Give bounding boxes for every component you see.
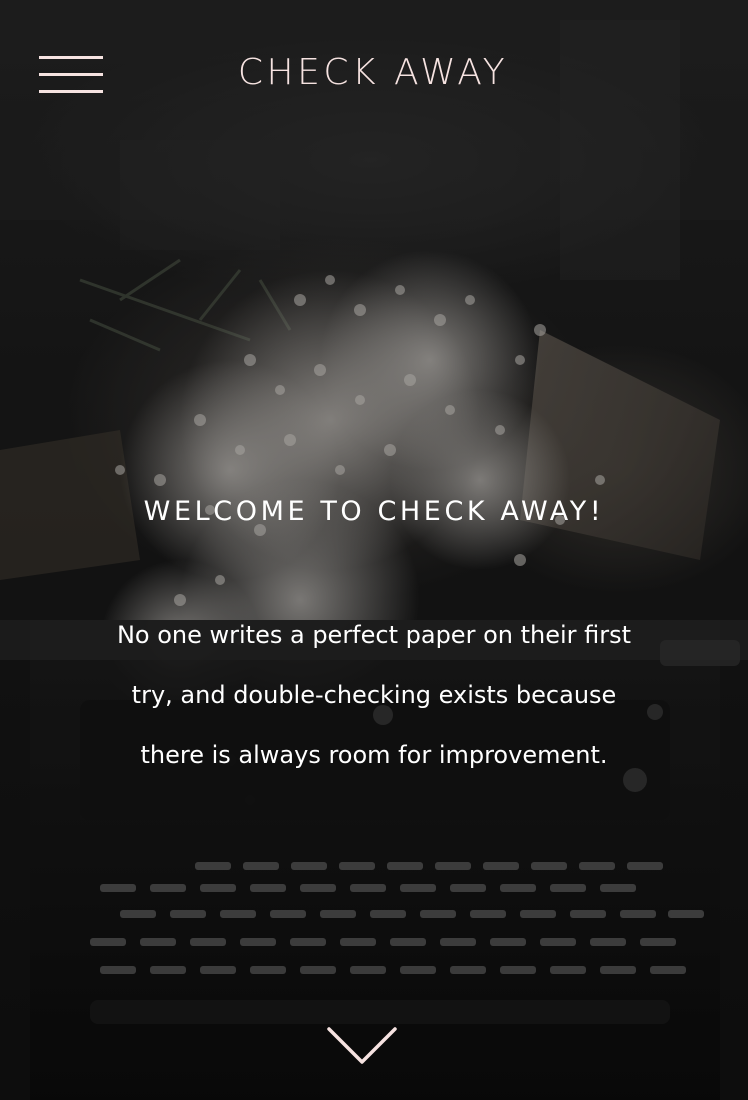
site-title[interactable]: CHECK AWAY	[200, 52, 546, 93]
intro-line: there is always room for improvement.	[140, 741, 608, 769]
chevron-down-icon[interactable]	[326, 1024, 398, 1068]
welcome-heading: WELCOME TO CHECK AWAY!	[143, 496, 605, 527]
menu-icon-bar	[39, 73, 103, 76]
intro-line: try, and double-checking exists because	[131, 681, 617, 709]
hero-dark-overlay	[0, 0, 748, 1100]
page: CHECK AWAY WELCOME TO CHECK AWAY! No one…	[0, 0, 748, 1100]
intro-paragraph: No one writes a perfect paper on their f…	[64, 605, 684, 785]
menu-icon-bar	[39, 90, 103, 93]
intro-line: No one writes a perfect paper on their f…	[116, 621, 632, 649]
menu-icon-bar	[39, 56, 103, 59]
hamburger-menu-icon[interactable]	[39, 56, 103, 94]
